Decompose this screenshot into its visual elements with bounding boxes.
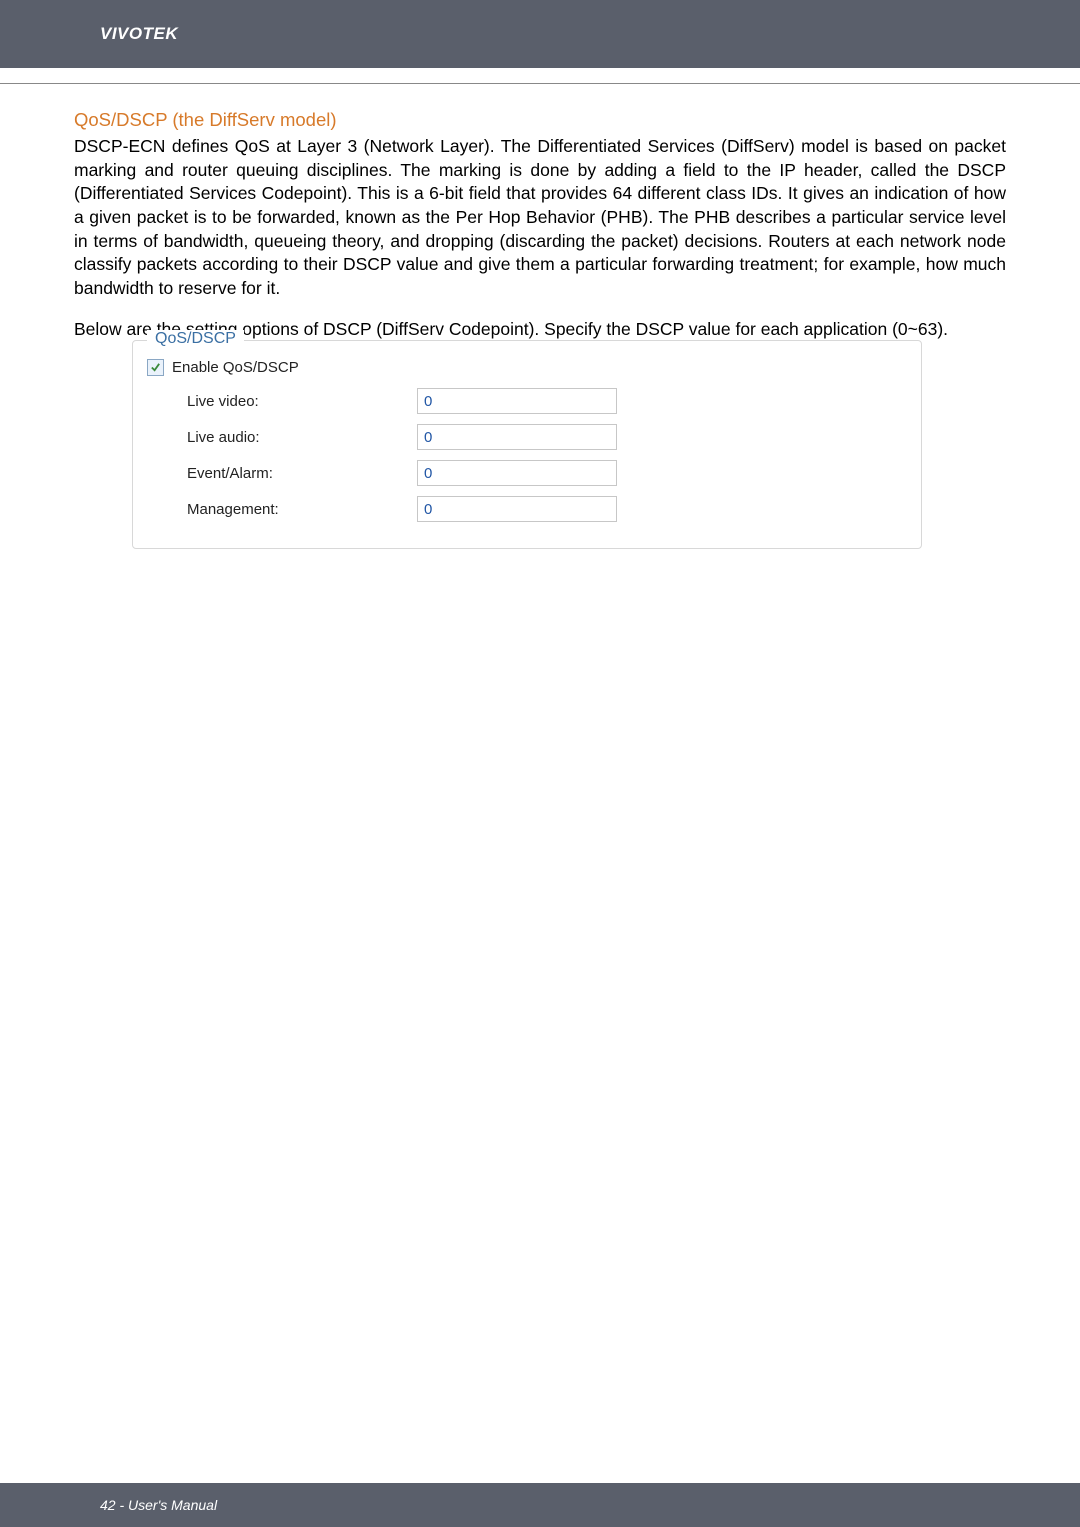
live-video-input[interactable] bbox=[417, 388, 617, 414]
section-title: QoS/DSCP (the DiffServ model) bbox=[74, 109, 1006, 131]
fieldset-legend: QoS/DSCP bbox=[147, 330, 244, 348]
live-video-row: Live video: bbox=[147, 388, 907, 414]
event-alarm-input[interactable] bbox=[417, 460, 617, 486]
content-area: QoS/DSCP (the DiffServ model) DSCP-ECN d… bbox=[0, 84, 1080, 549]
live-video-label: Live video: bbox=[187, 393, 417, 410]
live-audio-label: Live audio: bbox=[187, 429, 417, 446]
enable-qos-label: Enable QoS/DSCP bbox=[172, 359, 299, 376]
event-alarm-row: Event/Alarm: bbox=[147, 460, 907, 486]
footer-text: 42 - User's Manual bbox=[100, 1497, 217, 1513]
check-icon bbox=[150, 362, 161, 373]
event-alarm-label: Event/Alarm: bbox=[187, 465, 417, 482]
enable-qos-checkbox[interactable] bbox=[147, 359, 164, 376]
qos-dscp-fieldset: QoS/DSCP Enable QoS/DSCP Live video: Liv… bbox=[132, 340, 922, 549]
management-input[interactable] bbox=[417, 496, 617, 522]
paragraph-1: DSCP-ECN defines QoS at Layer 3 (Network… bbox=[74, 135, 1006, 300]
brand-text: VIVOTEK bbox=[100, 24, 178, 44]
management-row: Management: bbox=[147, 496, 907, 522]
enable-qos-row[interactable]: Enable QoS/DSCP bbox=[147, 359, 907, 376]
page-header: VIVOTEK bbox=[0, 0, 1080, 68]
page-footer: 42 - User's Manual bbox=[0, 1483, 1080, 1527]
management-label: Management: bbox=[187, 501, 417, 518]
live-audio-row: Live audio: bbox=[147, 424, 907, 450]
live-audio-input[interactable] bbox=[417, 424, 617, 450]
